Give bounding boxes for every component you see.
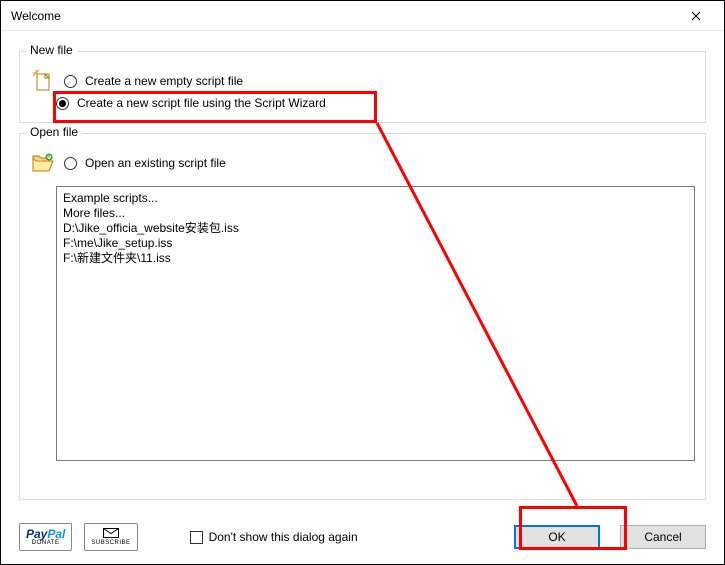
radio-open-existing[interactable] [64, 157, 77, 170]
radio-new-wizard[interactable] [56, 97, 69, 110]
radio-new-wizard-label[interactable]: Create a new script file using the Scrip… [77, 96, 326, 110]
radio-new-empty[interactable] [64, 75, 77, 88]
recent-files-list[interactable]: Example scripts... More files... D:\Jike… [56, 186, 695, 461]
paypal-donate-label: DONATE [32, 540, 60, 546]
open-file-icon [30, 150, 56, 176]
subscribe-label: SUBSCRIBE [91, 540, 130, 546]
radio-new-empty-label[interactable]: Create a new empty script file [85, 74, 243, 88]
subscribe-button[interactable]: SUBSCRIBE [84, 523, 137, 551]
dont-show-label: Don't show this dialog again [209, 530, 358, 544]
dont-show-checkbox[interactable] [190, 531, 203, 544]
new-file-icon [30, 68, 56, 94]
new-file-group-label: New file [26, 43, 77, 57]
dont-show-again[interactable]: Don't show this dialog again [190, 530, 358, 544]
new-file-group: New file Create a new empty script file [19, 51, 706, 123]
open-file-group-label: Open file [26, 125, 82, 139]
radio-open-existing-label[interactable]: Open an existing script file [85, 156, 226, 170]
footer-bar: PayPal DONATE SUBSCRIBE Don't show this … [1, 510, 724, 564]
dialog-body: New file Create a new empty script file [1, 31, 724, 510]
paypal-donate-button[interactable]: PayPal DONATE [19, 523, 72, 551]
paypal-logo: PayPal [26, 528, 65, 540]
close-button[interactable] [676, 4, 716, 28]
envelope-icon [103, 528, 119, 540]
close-icon [691, 11, 701, 21]
window-title: Welcome [11, 9, 61, 23]
titlebar: Welcome [1, 1, 724, 31]
ok-button[interactable]: OK [514, 525, 600, 549]
open-file-group: Open file Open an existing script file E… [19, 133, 706, 500]
welcome-window: Welcome New file C [0, 0, 725, 565]
cancel-button[interactable]: Cancel [620, 525, 706, 549]
